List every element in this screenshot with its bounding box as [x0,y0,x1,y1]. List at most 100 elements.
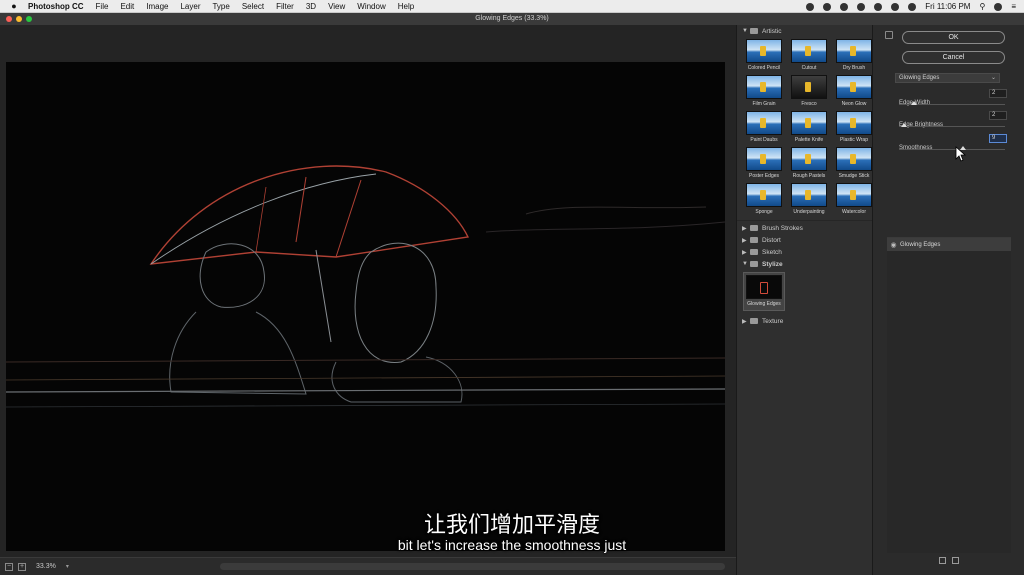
filter-thumb[interactable]: Poster Edges [743,147,785,179]
category-sketch[interactable]: ▶ Sketch [737,246,872,258]
applied-filters-list: ◉ Glowing Edges [887,237,1011,553]
slider-knob[interactable] [910,101,917,105]
folder-icon [750,261,758,267]
smoothness-input[interactable]: 9 [989,134,1007,143]
filter-thumb[interactable]: Cutout [788,39,830,71]
applied-filter-name: Glowing Edges [900,241,941,248]
creative-cloud-icon[interactable] [806,2,815,11]
slider-track[interactable] [899,149,1005,150]
zoom-dropdown-icon[interactable]: ▾ [66,563,69,570]
folder-icon [750,225,758,231]
zoom-bar: − + 33.3% ▾ [0,557,736,575]
notification-center-icon[interactable]: ≡ [1011,2,1016,11]
filter-thumb[interactable]: Film Grain [743,75,785,107]
filter-select[interactable]: Glowing Edges ⌄ [895,73,1000,83]
cancel-button[interactable]: Cancel [902,51,1005,64]
new-effect-layer-icon[interactable] [939,557,946,564]
app-name-menu[interactable]: Photoshop CC [28,2,84,11]
filter-thumb[interactable]: Neon Glow [833,75,875,107]
menu-filter[interactable]: Filter [276,2,294,11]
filter-name: Cutout [801,65,817,71]
zoom-level[interactable]: 33.3% [36,563,56,570]
ok-button[interactable]: OK [902,31,1005,44]
filter-thumb-image [746,39,782,63]
category-distort[interactable]: ▶ Distort [737,234,872,246]
clock[interactable]: Fri 11:06 PM [925,2,970,11]
slider-knob[interactable] [901,123,908,127]
menu-image[interactable]: Image [146,2,168,11]
edge-width-control: Edge Width 2 [899,89,1009,109]
filter-thumb[interactable]: Dry Brush [833,39,875,71]
filter-thumb-image [791,147,827,171]
filter-gallery: ▼ Artistic Colored Pencil Cutout Dry Bru… [736,25,872,575]
mouse-cursor-icon [955,146,967,162]
filter-thumb-image [836,111,872,135]
category-texture[interactable]: ▶ Texture [737,315,872,327]
filter-thumb[interactable]: Palette Knife [788,111,830,143]
menu-edit[interactable]: Edit [120,2,134,11]
filter-thumb-image [791,183,827,207]
filter-thumb[interactable]: Watercolor [833,183,875,215]
folder-icon [750,237,758,243]
slider-track[interactable] [899,126,1005,127]
close-window-button[interactable] [6,16,12,22]
display-icon[interactable] [891,2,900,11]
minimize-window-button[interactable] [16,16,22,22]
filter-thumb[interactable]: Plastic Wrap [833,111,875,143]
menu-layer[interactable]: Layer [180,2,200,11]
zoom-window-button[interactable] [26,16,32,22]
menu-type[interactable]: Type [212,2,229,11]
spotlight-icon[interactable]: ⚲ [979,2,985,11]
applied-filter-row[interactable]: ◉ Glowing Edges [887,238,1011,251]
menu-view[interactable]: View [328,2,345,11]
menu-select[interactable]: Select [242,2,264,11]
edge-brightness-control: Edge Brightness 2 [899,111,1009,131]
filter-name: Smudge Stick [838,173,870,179]
category-artistic[interactable]: ▼ Artistic [737,25,872,37]
dropbox-icon[interactable] [823,2,832,11]
time-machine-icon[interactable] [840,2,849,11]
zoom-in-button[interactable]: + [18,562,26,571]
artistic-filter-grid: Colored Pencil Cutout Dry Brush Film Gra… [737,37,872,219]
filter-thumb-selected[interactable]: Glowing Edges [743,272,785,311]
filter-name: Fresco [801,101,817,107]
filter-thumb-image [746,275,782,299]
filter-thumb[interactable]: Colored Pencil [743,39,785,71]
filter-thumb-image [836,39,872,63]
menu-file[interactable]: File [96,2,109,11]
filter-thumb-image [746,75,782,99]
smoothness-control: Smoothness 9 [899,134,1009,154]
menu-help[interactable]: Help [398,2,414,11]
visibility-eye-icon[interactable]: ◉ [887,241,900,249]
horizontal-scrollbar[interactable] [220,563,725,570]
filter-name: Glowing Edges [747,301,781,307]
category-stylize[interactable]: ▼ Stylize [737,258,872,270]
filter-thumb-image [791,39,827,63]
filter-name: Film Grain [752,101,776,107]
zoom-out-button[interactable]: − [5,562,13,571]
volume-icon[interactable] [908,2,917,11]
delete-effect-layer-icon[interactable] [952,557,959,564]
preview-canvas[interactable] [6,62,725,551]
bluetooth-icon[interactable] [857,2,866,11]
window-titlebar: Glowing Edges (33.3%) [0,13,1024,25]
filter-thumb[interactable]: Sponge [743,183,785,215]
menu-3d[interactable]: 3D [306,2,316,11]
apple-menu-icon[interactable]: ● [0,1,28,11]
filter-thumb[interactable]: Rough Pastels [788,147,830,179]
filter-thumb[interactable]: Underpainting [788,183,830,215]
menu-window[interactable]: Window [357,2,385,11]
filter-thumb[interactable]: Fresco [788,75,830,107]
filter-name: Paint Daubs [750,137,778,143]
filter-thumb[interactable]: Paint Daubs [743,111,785,143]
filter-name: Dry Brush [842,65,866,71]
edge-brightness-input[interactable]: 2 [989,111,1007,120]
toggle-gallery-icon[interactable] [885,31,893,39]
wifi-icon[interactable] [874,2,883,11]
filter-name: Plastic Wrap [840,137,868,143]
category-label: Artistic [762,27,782,35]
user-avatar-icon[interactable] [994,2,1003,11]
edge-width-input[interactable]: 2 [989,89,1007,98]
filter-thumb[interactable]: Smudge Stick [833,147,875,179]
category-brush-strokes[interactable]: ▶ Brush Strokes [737,222,872,234]
